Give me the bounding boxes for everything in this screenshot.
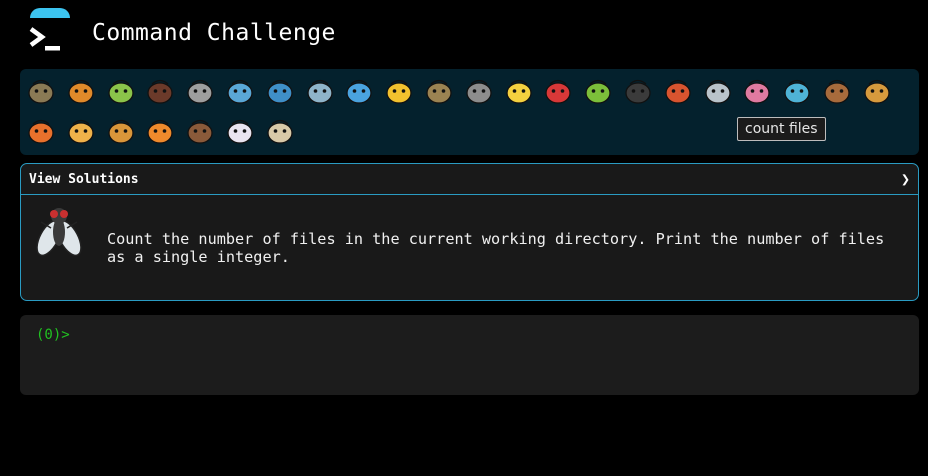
microbe-icon[interactable]: [780, 74, 814, 108]
dolphin-icon[interactable]: [303, 74, 337, 108]
spider-icon[interactable]: [621, 74, 655, 108]
lion-icon[interactable]: [104, 114, 138, 148]
scorpion-icon[interactable]: [661, 74, 695, 108]
pufferfish-icon[interactable]: [422, 74, 456, 108]
snail-icon[interactable]: [24, 74, 58, 108]
whale-icon[interactable]: [223, 74, 257, 108]
terminal-input[interactable]: (0)>: [20, 315, 919, 395]
wolf-icon[interactable]: [462, 74, 496, 108]
cat-icon[interactable]: [64, 114, 98, 148]
spider-web-icon[interactable]: [183, 74, 217, 108]
tiger-icon[interactable]: [143, 114, 177, 148]
fly-icon: [36, 208, 82, 257]
challenge-description: Count the number of files in the current…: [107, 230, 885, 266]
view-solutions-toggle[interactable]: View Solutions ❯: [21, 164, 918, 195]
challenge-panel: View Solutions ❯ Count the number of fil…: [20, 163, 919, 301]
fox-icon[interactable]: [24, 114, 58, 148]
tropical-fish-icon[interactable]: [382, 74, 416, 108]
app-title: Command Challenge: [92, 20, 336, 46]
bee-icon[interactable]: [502, 74, 536, 108]
horse-icon[interactable]: [183, 114, 217, 148]
butterfly-icon[interactable]: [64, 74, 98, 108]
cricket-icon[interactable]: [581, 74, 615, 108]
chevron-right-icon: ❯: [900, 170, 910, 188]
ladybug-icon[interactable]: [541, 74, 575, 108]
shark-icon[interactable]: [263, 74, 297, 108]
view-solutions-label: View Solutions: [29, 172, 139, 187]
monkey-icon[interactable]: [820, 74, 854, 108]
ant-icon[interactable]: [143, 74, 177, 108]
challenge-tooltip: count files: [737, 117, 826, 141]
fly-icon[interactable]: [701, 74, 735, 108]
worm-icon[interactable]: [740, 74, 774, 108]
terminal-prompt: (0)>: [36, 327, 70, 343]
fish-icon[interactable]: [342, 74, 376, 108]
unicorn-icon[interactable]: [223, 114, 257, 148]
terminal-prompt-icon: [29, 27, 60, 51]
caterpillar-icon[interactable]: [104, 74, 138, 108]
challenge-icon-bar: [20, 69, 919, 155]
app-logo[interactable]: [22, 8, 78, 51]
dog-icon[interactable]: [860, 74, 894, 108]
cow-icon[interactable]: [263, 114, 297, 148]
logo-cap: [30, 8, 70, 18]
